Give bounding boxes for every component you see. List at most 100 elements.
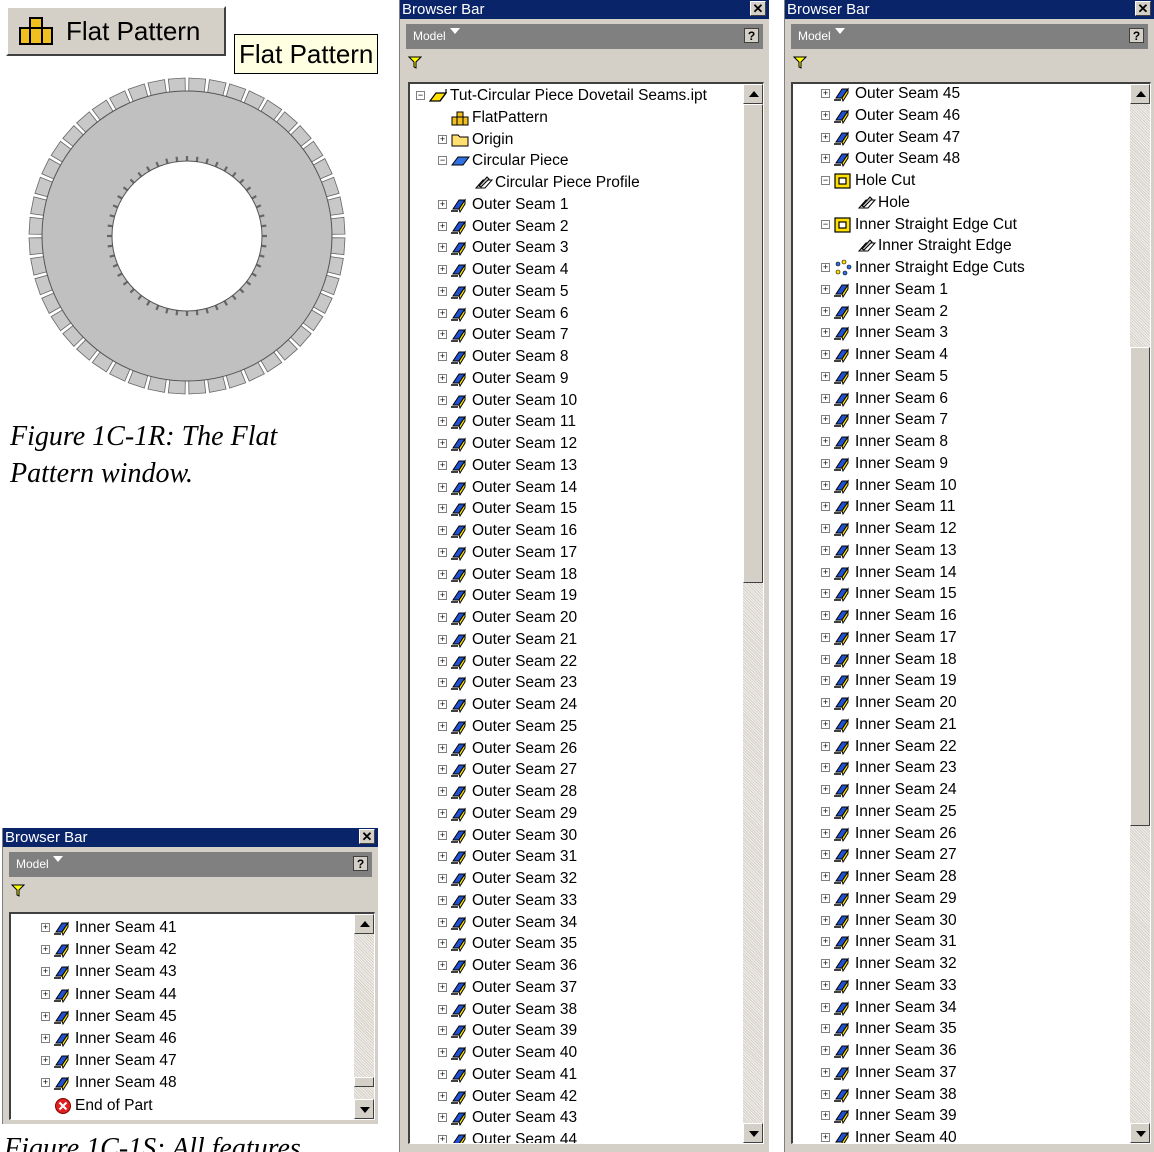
expand-toggle-icon[interactable]: + [438,526,447,535]
tree-row[interactable]: + Outer Seam 47 [793,128,1130,148]
expand-toggle-icon[interactable]: + [821,110,830,120]
expand-toggle-icon[interactable]: + [438,743,447,753]
expand-toggle-icon[interactable]: + [438,373,447,383]
tree-row[interactable]: + Inner Seam 29 [793,889,1130,909]
tree-row[interactable]: + Outer Seam 10 [410,391,743,411]
tree-row[interactable]: + Inner Seam 1 [793,280,1130,300]
expand-toggle-icon[interactable]: + [821,893,830,903]
tree-row[interactable]: + Outer Seam 43 [410,1108,743,1128]
tree-row[interactable]: + Inner Seam 13 [793,541,1130,561]
expand-toggle-icon[interactable]: + [438,460,447,470]
expand-toggle-icon[interactable]: − [821,219,830,229]
expand-toggle-icon[interactable]: + [821,415,830,425]
expand-toggle-icon[interactable]: + [438,678,447,688]
tree-row[interactable]: + Inner Seam 17 [793,628,1130,648]
expand-toggle-icon[interactable]: + [438,1135,447,1143]
expand-toggle-icon[interactable]: + [821,263,830,272]
tree-row[interactable]: + Inner Seam 47 [11,1051,354,1071]
tree-row[interactable]: + Outer Seam 40 [410,1043,743,1063]
expand-toggle-icon[interactable]: + [821,350,830,359]
tree-row[interactable]: + Inner Seam 26 [793,824,1130,844]
tree-row[interactable]: + Inner Seam 43 [11,962,354,982]
expand-toggle-icon[interactable]: + [821,1133,830,1142]
expand-toggle-icon[interactable]: + [821,589,830,599]
expand-toggle-icon[interactable]: + [821,611,830,620]
scroll-thumb[interactable] [354,1077,374,1087]
scrollbar[interactable] [1130,84,1150,1143]
expand-toggle-icon[interactable]: + [821,437,830,446]
tree-row[interactable]: + Outer Seam 17 [410,543,743,563]
expand-toggle-icon[interactable]: + [438,308,447,318]
scroll-up-button[interactable] [743,84,763,104]
expand-toggle-icon[interactable]: + [821,1024,830,1034]
expand-toggle-icon[interactable]: + [821,306,830,316]
close-icon[interactable]: ✕ [750,1,766,16]
expand-toggle-icon[interactable]: + [821,545,830,555]
expand-toggle-icon[interactable]: + [438,1091,447,1101]
tree-row[interactable]: + Outer Seam 11 [410,412,743,432]
tree-row[interactable]: + Inner Seam 22 [793,737,1130,757]
expand-toggle-icon[interactable]: + [438,939,447,949]
expand-toggle-icon[interactable]: + [438,330,447,340]
scrollbar[interactable] [743,84,763,1143]
tree-row[interactable]: + Outer Seam 31 [410,847,743,867]
expand-toggle-icon[interactable]: + [438,1048,447,1057]
expand-toggle-icon[interactable]: + [438,569,447,579]
tree-row[interactable]: + Outer Seam 25 [410,717,743,737]
filter-icon[interactable] [11,884,25,897]
tree-row[interactable]: + Outer Seam 15 [410,499,743,519]
expand-toggle-icon[interactable]: + [438,917,447,927]
tree-row[interactable]: + Outer Seam 23 [410,673,743,693]
expand-toggle-icon[interactable]: + [438,1026,447,1036]
close-icon[interactable]: ✕ [359,829,375,844]
tree-row[interactable]: + Outer Seam 2 [410,217,743,237]
flat-pattern-button[interactable]: Flat Pattern [6,6,226,56]
tree-row[interactable]: + Outer Seam 20 [410,608,743,628]
expand-toggle-icon[interactable]: + [821,719,830,729]
filter-icon[interactable] [408,56,422,69]
tree-row[interactable]: + Origin [410,130,743,150]
expand-toggle-icon[interactable]: + [821,1046,830,1055]
tree-row[interactable]: − Tut-Circular Piece Dovetail Seams.ipt [410,86,743,106]
expand-toggle-icon[interactable]: + [821,632,830,642]
expand-toggle-icon[interactable]: − [821,176,830,185]
tree-row[interactable]: + Outer Seam 38 [410,1000,743,1020]
close-icon[interactable]: ✕ [1135,1,1151,16]
expand-toggle-icon[interactable]: + [41,967,50,977]
scroll-down-button[interactable] [1130,1123,1150,1143]
tree-row[interactable]: + Inner Seam 24 [793,780,1130,800]
tree-row[interactable]: + Outer Seam 5 [410,282,743,302]
expand-toggle-icon[interactable]: + [821,959,830,968]
tree-row[interactable]: + Inner Seam 33 [793,976,1130,996]
expand-toggle-icon[interactable]: + [438,852,447,862]
scroll-up-button[interactable] [354,914,374,934]
tree-row[interactable]: + Outer Seam 48 [793,149,1130,169]
tree-row[interactable]: + Inner Seam 8 [793,432,1130,452]
tree-row[interactable]: + Outer Seam 7 [410,325,743,345]
tree-row[interactable]: + Outer Seam 9 [410,369,743,389]
expand-toggle-icon[interactable]: + [821,937,830,947]
expand-toggle-icon[interactable]: − [438,156,447,166]
expand-toggle-icon[interactable]: + [438,808,447,818]
expand-toggle-icon[interactable]: + [438,656,447,666]
expand-toggle-icon[interactable]: + [821,763,830,773]
expand-toggle-icon[interactable]: + [41,1011,50,1021]
expand-toggle-icon[interactable]: + [821,741,830,751]
browser-tree[interactable]: − Tut-Circular Piece Dovetail Seams.ipt Fl… [408,82,764,1144]
expand-toggle-icon[interactable]: + [821,502,830,512]
tree-row[interactable]: + Inner Seam 4 [793,345,1130,365]
tree-row[interactable]: + Inner Seam 46 [11,1029,354,1049]
expand-toggle-icon[interactable]: + [821,785,830,794]
expand-toggle-icon[interactable]: + [821,850,830,860]
tree-row[interactable]: + Outer Seam 42 [410,1087,743,1107]
expand-toggle-icon[interactable]: + [438,199,447,209]
scroll-thumb[interactable] [1130,347,1150,826]
filter-icon[interactable] [793,56,807,69]
tree-row[interactable]: + Outer Seam 45 [793,84,1130,104]
tree-row[interactable]: + Inner Seam 20 [793,693,1130,713]
expand-toggle-icon[interactable]: + [821,1111,830,1121]
expand-toggle-icon[interactable]: + [821,676,830,686]
tree-row[interactable]: + Outer Seam 46 [793,106,1130,126]
expand-toggle-icon[interactable]: + [438,243,447,253]
tree-row[interactable]: + Outer Seam 6 [410,304,743,324]
